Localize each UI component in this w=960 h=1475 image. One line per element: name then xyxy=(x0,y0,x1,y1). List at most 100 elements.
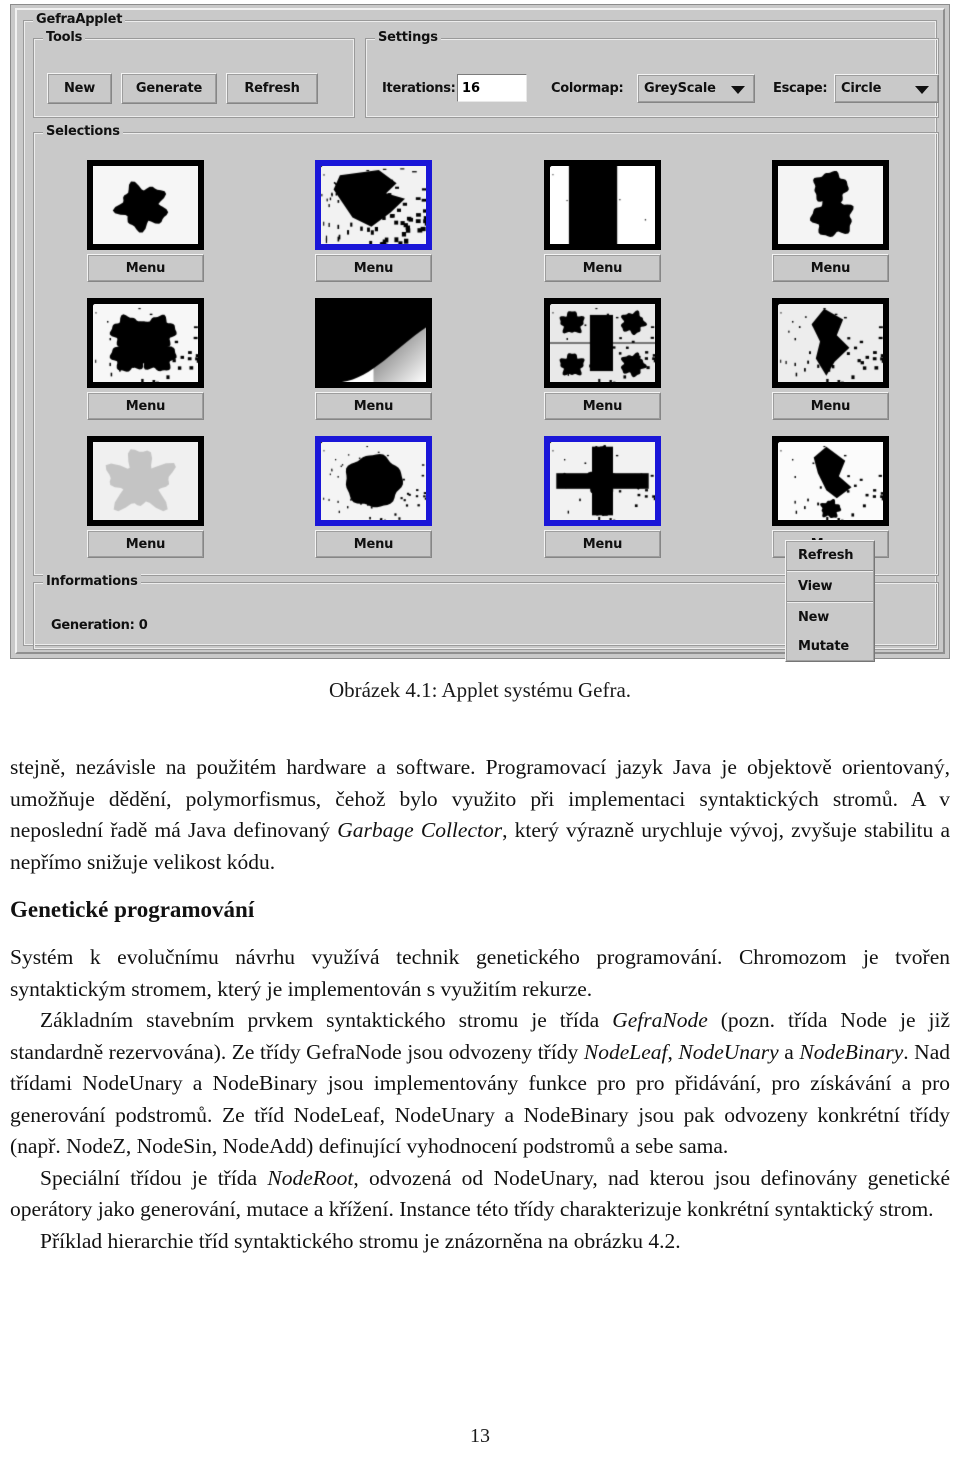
page-number: 13 xyxy=(470,1425,490,1447)
menu-button-label: Menu xyxy=(125,536,166,552)
new-button[interactable]: New xyxy=(47,73,112,104)
selection-cell-8[interactable]: Menu xyxy=(772,298,889,420)
selection-cell-1[interactable]: Menu xyxy=(87,160,204,282)
applet-content-panel: GefraApplet Tools New Generate Refresh S… xyxy=(15,8,945,662)
section-heading: Genetické programování xyxy=(10,897,255,922)
generate-button[interactable]: Generate xyxy=(121,73,217,104)
fractal-thumbnail-12[interactable] xyxy=(772,436,889,526)
menu-button-2[interactable]: Menu xyxy=(315,254,432,282)
colormap-select[interactable]: GreyScale xyxy=(637,74,755,103)
context-menu-new-label: New xyxy=(798,610,830,625)
fractal-image-spiky-column xyxy=(778,304,883,382)
colormap-value: GreyScale xyxy=(644,81,716,96)
context-menu-item-refresh[interactable]: Refresh xyxy=(786,541,874,570)
selection-cell-9[interactable]: Menu xyxy=(87,436,204,558)
escape-value: Circle xyxy=(841,81,882,96)
menu-button-label: Menu xyxy=(353,398,394,414)
context-menu-item-mutate[interactable]: Mutate xyxy=(786,632,874,661)
paragraph-3-part-4: a xyxy=(778,1039,800,1064)
fractal-image-dark-band xyxy=(550,166,655,244)
menu-button-1[interactable]: Menu xyxy=(87,254,204,282)
fractal-thumbnail-4[interactable] xyxy=(772,160,889,250)
paragraph-1-italic-1: Garbage Collector xyxy=(337,818,503,842)
selection-cell-2[interactable]: Menu xyxy=(315,160,432,282)
paragraph-3-part-1: Základním stavebním prvkem syntaktického… xyxy=(40,1008,613,1032)
paragraph-4-italic-1: NodeRoot xyxy=(267,1165,354,1190)
selection-cell-3[interactable]: Menu xyxy=(544,160,661,282)
document-body: stejně, nezávisle na použitém hardware a… xyxy=(10,752,950,1257)
menu-button-6[interactable]: Menu xyxy=(315,392,432,420)
applet-window-title: GefraApplet xyxy=(33,12,126,27)
fractal-thumbnail-9[interactable] xyxy=(87,436,204,526)
figure-caption: Obrázek 4.1: Applet systému Gefra. xyxy=(328,678,632,702)
selection-cell-5[interactable]: Menu xyxy=(87,298,204,420)
iterations-value: 16 xyxy=(462,80,481,96)
menu-button-label: Menu xyxy=(582,260,623,276)
context-menu-item-view[interactable]: View xyxy=(786,572,874,601)
menu-button-label: Menu xyxy=(810,260,851,276)
refresh-button[interactable]: Refresh xyxy=(226,73,318,104)
menu-button-11[interactable]: Menu xyxy=(544,530,661,558)
paragraph-4-part-1: Speciální třídou je třída xyxy=(40,1165,268,1190)
fractal-thumbnail-3[interactable] xyxy=(544,160,661,250)
menu-button-7[interactable]: Menu xyxy=(544,392,661,420)
menu-button-label: Menu xyxy=(810,398,851,414)
tools-group-title: Tools xyxy=(43,30,86,45)
paragraph-4: Speciální třídou je třída NodeRoot, odvo… xyxy=(10,1163,950,1226)
paragraph-3-italic-2: NodeLeaf xyxy=(583,1039,668,1064)
selection-cell-4[interactable]: Menu xyxy=(772,160,889,282)
fractal-thumbnail-5[interactable] xyxy=(87,298,204,388)
fractal-thumbnail-11[interactable] xyxy=(544,436,661,526)
menu-button-label: Menu xyxy=(353,260,394,276)
fractal-thumbnail-6[interactable] xyxy=(315,298,432,388)
paragraph-1: stejně, nezávisle na použitém hardware a… xyxy=(10,752,950,878)
paragraph-3-italic-4: NodeBinary xyxy=(799,1039,904,1064)
fractal-image-dark-sweep xyxy=(321,304,426,382)
fractal-thumbnail-10[interactable] xyxy=(315,436,432,526)
fractal-thumbnail-7[interactable] xyxy=(544,298,661,388)
chevron-down-icon xyxy=(731,85,745,94)
fractal-thumbnail-2[interactable] xyxy=(315,160,432,250)
selection-cell-6[interactable]: Menu xyxy=(315,298,432,420)
paragraph-3-part-3: , xyxy=(667,1039,679,1064)
paragraph-3-italic-3: NodeUnary xyxy=(678,1039,779,1064)
refresh-button-label: Refresh xyxy=(244,81,300,96)
fractal-image-round-blob xyxy=(93,166,198,244)
menu-button-4[interactable]: Menu xyxy=(772,254,889,282)
generation-status: Generation: 0 xyxy=(51,618,148,633)
iterations-label: Iterations: xyxy=(382,81,456,96)
thumbnail-context-menu[interactable]: Refresh View New Mutate xyxy=(785,540,875,662)
context-menu-refresh-label: Refresh xyxy=(798,548,854,563)
escape-label: Escape: xyxy=(773,81,828,96)
gefra-applet-screenshot: GefraApplet Tools New Generate Refresh S… xyxy=(10,4,950,662)
fractal-image-butterfly xyxy=(93,304,198,382)
menu-button-10[interactable]: Menu xyxy=(315,530,432,558)
menu-button-9[interactable]: Menu xyxy=(87,530,204,558)
fractal-image-cross-star xyxy=(550,442,655,520)
escape-select[interactable]: Circle xyxy=(834,74,939,103)
fractal-image-vertical-lobes xyxy=(778,166,883,244)
context-menu-mutate-label: Mutate xyxy=(798,639,850,654)
generate-button-label: Generate xyxy=(135,81,203,96)
new-button-label: New xyxy=(63,81,96,96)
fractal-thumbnail-8[interactable] xyxy=(772,298,889,388)
selection-cell-10[interactable]: Menu xyxy=(315,436,432,558)
menu-button-8[interactable]: Menu xyxy=(772,392,889,420)
menu-button-label: Menu xyxy=(582,536,623,552)
selection-cell-7[interactable]: Menu xyxy=(544,298,661,420)
context-menu-item-new[interactable]: New xyxy=(786,603,874,632)
selection-cell-11[interactable]: Menu xyxy=(544,436,661,558)
fractal-thumbnail-1[interactable] xyxy=(87,160,204,250)
settings-group-title: Settings xyxy=(375,30,441,45)
paragraph-2: Systém k evolučnímu návrhu využívá techn… xyxy=(10,945,950,1001)
menu-button-5[interactable]: Menu xyxy=(87,392,204,420)
iterations-input[interactable]: 16 xyxy=(457,74,527,102)
fractal-image-jagged-coast xyxy=(321,166,426,244)
menu-button-label: Menu xyxy=(353,536,394,552)
chevron-down-icon xyxy=(915,85,929,94)
selections-group-title: Selections xyxy=(43,124,123,139)
menu-button-label: Menu xyxy=(582,398,623,414)
menu-button-3[interactable]: Menu xyxy=(544,254,661,282)
menu-button-label: Menu xyxy=(125,398,166,414)
fractal-image-pale-ghost xyxy=(93,442,198,520)
